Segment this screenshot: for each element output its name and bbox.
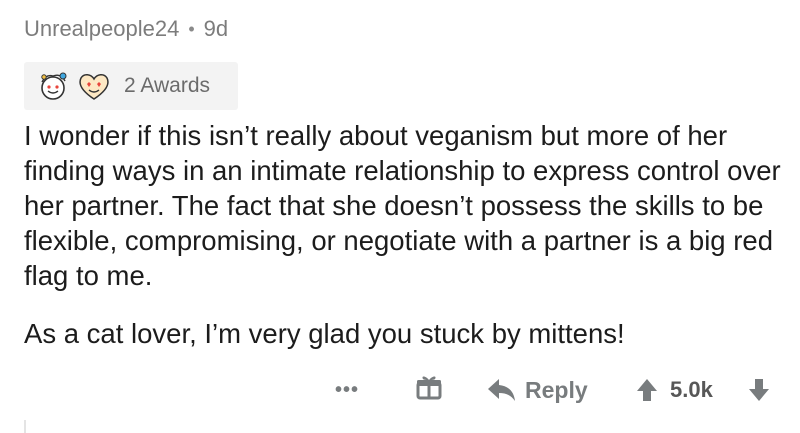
meta-separator: • bbox=[188, 18, 195, 39]
comment-action-bar: ••• Reply 5.0k bbox=[0, 368, 800, 412]
comment-paragraph-2: As a cat lover, I’m very glad you stuck … bbox=[24, 318, 625, 349]
comment-age[interactable]: 9d bbox=[204, 16, 228, 42]
comment-body: I wonder if this isn’t really about vega… bbox=[24, 118, 784, 351]
upvote-arrow-icon bbox=[637, 379, 657, 401]
gift-icon bbox=[415, 373, 443, 407]
comment-paragraph-1: I wonder if this isn’t really about vega… bbox=[24, 120, 781, 291]
upvote-button[interactable] bbox=[635, 368, 659, 412]
give-award-button[interactable] bbox=[415, 368, 443, 412]
reply-button[interactable]: Reply bbox=[487, 368, 588, 412]
awards-count-label: 2 Awards bbox=[124, 74, 210, 97]
thread-line[interactable] bbox=[24, 420, 26, 433]
more-options-button[interactable]: ••• bbox=[335, 368, 359, 412]
more-options-icon: ••• bbox=[335, 378, 360, 401]
wholesome-award-icon bbox=[36, 70, 72, 102]
downvote-arrow-icon bbox=[749, 379, 769, 401]
awards-badge[interactable]: 2 Awards bbox=[24, 62, 238, 110]
author-username[interactable]: Unrealpeople24 bbox=[24, 16, 179, 42]
reply-label: Reply bbox=[525, 376, 588, 403]
comment: Unrealpeople24 • 9d 2 Awards I wonder if… bbox=[0, 0, 800, 433]
downvote-button[interactable] bbox=[747, 368, 771, 412]
comment-meta: Unrealpeople24 • 9d bbox=[24, 16, 228, 42]
vote-score: 5.0k bbox=[670, 377, 713, 402]
heart-eyes-award-icon bbox=[76, 70, 112, 102]
reply-icon bbox=[488, 379, 515, 401]
